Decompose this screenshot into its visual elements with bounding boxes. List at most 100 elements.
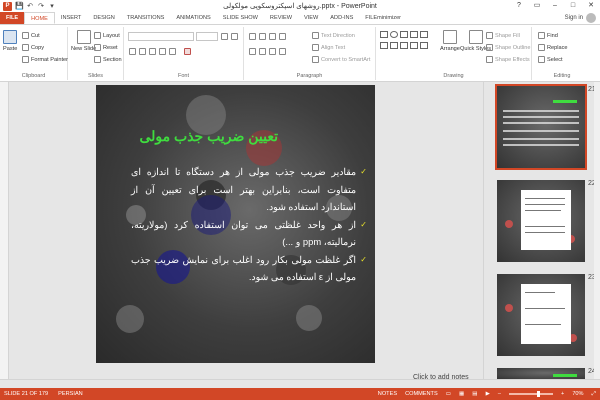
undo-icon[interactable]: ↶ [26, 2, 34, 10]
rounded-rect-shape-icon[interactable] [390, 42, 398, 49]
align-text-button[interactable]: Align Text [312, 44, 345, 51]
copy-button[interactable]: Copy [22, 44, 44, 51]
notes-button[interactable]: NOTES [378, 391, 397, 397]
arrow-shape-icon[interactable] [410, 31, 418, 38]
paste-button[interactable]: Paste [3, 30, 17, 52]
redo-icon[interactable]: ↷ [37, 2, 45, 10]
layout-button[interactable]: Layout [94, 32, 120, 39]
cut-button[interactable]: Cut [22, 32, 40, 39]
grow-font-icon[interactable] [221, 33, 228, 40]
slideshow-icon[interactable]: ▶ [486, 391, 490, 397]
tab-file[interactable]: FILE [0, 12, 25, 24]
notes-placeholder[interactable]: Click to add notes [413, 374, 469, 381]
new-slide-icon [76, 30, 91, 44]
font-name-select[interactable] [128, 32, 194, 41]
underline-icon[interactable] [149, 48, 156, 55]
align-right-icon[interactable] [269, 48, 276, 55]
zoom-slider[interactable] [509, 391, 554, 397]
font-color-icon[interactable] [184, 48, 191, 55]
zoom-slider-thumb[interactable] [537, 391, 541, 397]
increase-indent-icon[interactable] [279, 33, 286, 40]
quick-access-toolbar: P 💾 ↶ ↷ ▾ [0, 1, 56, 11]
oval-shape-icon[interactable] [390, 31, 398, 38]
italic-icon[interactable] [139, 48, 146, 55]
format-painter-button[interactable]: Format Painter [22, 56, 68, 63]
window-controls: ? ▭ – □ ✕ [510, 0, 600, 12]
star-shape-icon[interactable] [410, 42, 418, 49]
numbering-icon[interactable] [259, 33, 266, 40]
paragraph-group-label: Paragraph [296, 73, 323, 79]
powerpoint-window: P 💾 ↶ ↷ ▾ روشهای اسپکتروسکوپی مولکولی.pp… [0, 0, 600, 400]
thumbnail-slide-22[interactable] [497, 180, 585, 262]
vertical-scrollbar[interactable] [594, 82, 600, 379]
text-direction-button[interactable]: Text Direction [312, 32, 355, 39]
slide[interactable]: تعیین ضریب جذب مولی ✓ مقادیر ضریب جذب مو… [96, 85, 375, 363]
tab-insert[interactable]: INSERT [55, 12, 87, 24]
arrange-button[interactable]: Arrange [440, 30, 460, 52]
reading-view-icon[interactable]: ▤ [472, 391, 477, 397]
zoom-in-icon[interactable]: + [561, 391, 564, 397]
shape-fill-button[interactable]: Shape Fill [486, 32, 520, 39]
zoom-level[interactable]: 70% [572, 391, 583, 397]
thumbnail-slide-21[interactable] [495, 84, 587, 170]
new-slide-button[interactable]: New Slide [71, 30, 96, 52]
shape-outline-button[interactable]: Shape Outline [486, 44, 530, 51]
tab-view[interactable]: VIEW [298, 12, 324, 24]
comments-button[interactable]: COMMENTS [405, 391, 438, 397]
tab-review[interactable]: REVIEW [264, 12, 298, 24]
align-left-icon[interactable] [249, 48, 256, 55]
bold-icon[interactable] [129, 48, 136, 55]
tab-animations[interactable]: ANIMATIONS [170, 12, 216, 24]
font-size-select[interactable] [196, 32, 218, 41]
sign-in[interactable]: Sign in [565, 12, 600, 24]
find-button[interactable]: Find [538, 32, 558, 39]
customize-qat-icon[interactable]: ▾ [48, 2, 56, 10]
maximize-button[interactable]: □ [564, 0, 582, 12]
close-button[interactable]: ✕ [582, 0, 600, 12]
align-center-icon[interactable] [259, 48, 266, 55]
tab-transitions[interactable]: TRANSITIONS [121, 12, 171, 24]
zoom-out-icon[interactable]: – [498, 391, 501, 397]
effects-icon [486, 56, 493, 63]
section-button[interactable]: Section [94, 56, 122, 63]
slide-body[interactable]: ✓ مقادیر ضریب جذب مولی از هر دستگاه تا ا… [131, 163, 367, 286]
thumbnail-slide-23[interactable] [497, 274, 585, 356]
textbox-shape-icon[interactable] [420, 31, 428, 38]
tab-home[interactable]: HOME [24, 12, 55, 24]
language-indicator[interactable]: PERSIAN [58, 391, 83, 397]
shape-effects-button[interactable]: Shape Effects [486, 56, 530, 63]
tab-design[interactable]: DESIGN [87, 12, 120, 24]
bullets-icon[interactable] [249, 33, 256, 40]
convert-smartart-button[interactable]: Convert to SmartArt [312, 56, 370, 63]
justify-icon[interactable] [279, 48, 286, 55]
shapes-gallery[interactable] [380, 31, 438, 65]
normal-view-icon[interactable]: ▭ [446, 391, 451, 397]
rectangle-shape-icon[interactable] [380, 31, 388, 38]
slide-sorter-icon[interactable]: ▦ [459, 391, 464, 397]
tab-slide-show[interactable]: SLIDE SHOW [217, 12, 264, 24]
char-spacing-icon[interactable] [169, 48, 176, 55]
ribbon-display-button[interactable]: ▭ [528, 0, 546, 12]
decrease-indent-icon[interactable] [269, 33, 276, 40]
slide-title[interactable]: تعیین ضریب جذب مولی [139, 128, 278, 145]
more-shapes-icon[interactable] [420, 42, 428, 49]
line-shape-icon[interactable] [400, 31, 408, 38]
shrink-font-icon[interactable] [231, 33, 238, 40]
fit-slide-icon[interactable]: ⤢ [592, 391, 596, 398]
strikethrough-icon[interactable] [159, 48, 166, 55]
brace-shape-icon[interactable] [400, 42, 408, 49]
checkmark-icon: ✓ [360, 254, 367, 264]
help-button[interactable]: ? [510, 0, 528, 12]
save-icon[interactable]: 💾 [15, 2, 24, 10]
reset-button[interactable]: Reset [94, 44, 118, 51]
find-label: Find [547, 32, 558, 39]
thumbnail-slide-24[interactable] [497, 368, 585, 379]
tab-add-ins[interactable]: ADD-INS [324, 12, 359, 24]
select-button[interactable]: Select [538, 56, 563, 63]
minimize-button[interactable]: – [546, 0, 564, 12]
layout-icon [94, 32, 101, 39]
replace-button[interactable]: Replace [538, 44, 568, 51]
tab-fileminimizer[interactable]: FILEminimizer [359, 12, 407, 24]
molecule-atom [116, 305, 144, 333]
triangle-shape-icon[interactable] [380, 42, 388, 49]
